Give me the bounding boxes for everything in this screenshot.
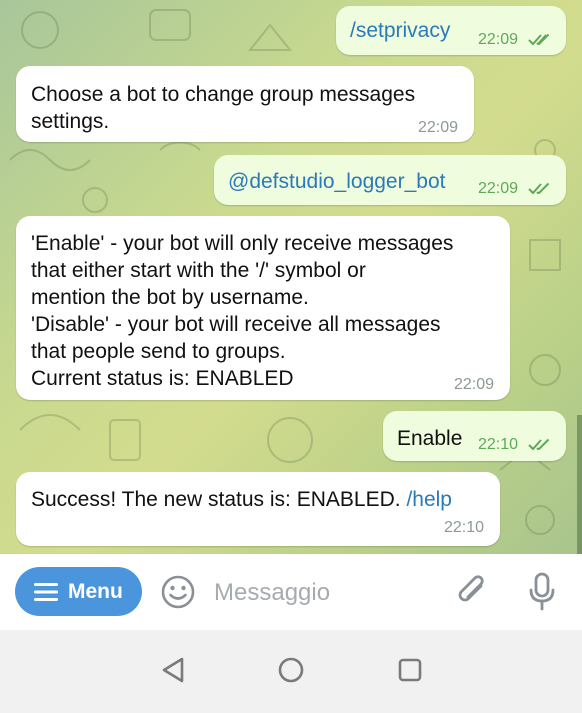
menu-button-label: Menu — [68, 580, 123, 603]
message-text-line: that people send to groups. — [31, 340, 286, 363]
message-text-line: mention the bot by username. — [31, 286, 309, 309]
message-text-line: 'Disable' - your bot will receive all me… — [31, 313, 441, 336]
bot-menu-button[interactable]: Menu — [15, 567, 142, 616]
message-text: Success! The new status is: ENABLED. /he… — [31, 486, 452, 513]
message-bubble-outgoing[interactable]: @defstudio_logger_bot 22:09 — [214, 155, 566, 205]
message-text-line: settings. — [31, 110, 110, 133]
message-text[interactable]: @defstudio_logger_bot — [228, 168, 445, 195]
message-text-body: Success! The new status is: ENABLED. — [31, 488, 407, 511]
help-command-link[interactable]: /help — [406, 488, 452, 511]
back-triangle-icon[interactable] — [160, 656, 186, 684]
message-time: 22:09 — [418, 119, 459, 136]
message-text: Enable — [397, 427, 463, 450]
emoji-icon[interactable] — [160, 574, 196, 610]
message-text-line: that either start with the '/' symbol or — [31, 259, 366, 282]
message-text-line: 'Enable' - your bot will only receive me… — [31, 232, 454, 255]
read-check-icon — [528, 438, 550, 451]
message-time: 22:09 — [478, 180, 519, 197]
message-text-line: Choose a bot to change group messages — [31, 83, 416, 106]
read-check-icon — [528, 33, 550, 46]
menu-lines-icon — [34, 583, 58, 601]
message-input[interactable]: Messaggio — [214, 579, 330, 607]
message-bubble-outgoing[interactable]: Enable 22:10 — [383, 411, 566, 461]
read-check-icon — [528, 182, 550, 195]
microphone-icon[interactable] — [527, 572, 557, 612]
message-time: 22:10 — [444, 519, 485, 536]
message-bubble-incoming[interactable]: Success! The new status is: ENABLED. /he… — [16, 472, 500, 546]
message-time: 22:09 — [454, 376, 495, 393]
message-bubble-incoming[interactable]: Choose a bot to change group messages se… — [16, 66, 474, 142]
attach-icon[interactable] — [455, 572, 489, 610]
recents-square-icon[interactable] — [397, 657, 423, 683]
home-circle-icon[interactable] — [277, 656, 305, 684]
chat-scrollbar[interactable] — [577, 415, 582, 554]
message-time: 22:10 — [478, 436, 519, 453]
chat-area[interactable]: /setprivacy 22:09 Choose a bot to change… — [0, 0, 582, 554]
message-text-line: Current status is: ENABLED — [31, 367, 294, 390]
message-time: 22:09 — [478, 31, 519, 48]
message-bubble-incoming[interactable]: 'Enable' - your bot will only receive me… — [16, 216, 510, 400]
message-bubble-outgoing[interactable]: /setprivacy 22:09 — [336, 6, 566, 55]
message-text[interactable]: /setprivacy — [350, 17, 450, 44]
